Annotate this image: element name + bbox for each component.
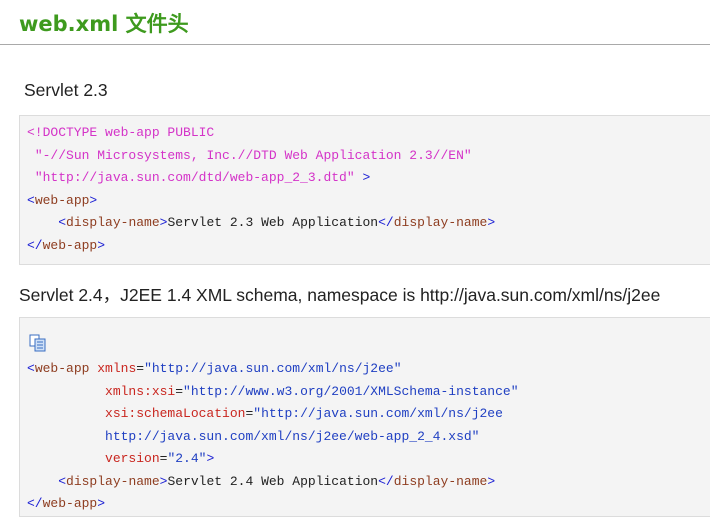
code-attr-xmlns: xmlns (97, 361, 137, 376)
code-system-id: "http://java.sun.com/dtd/web-app_2_3.dtd… (34, 170, 355, 185)
code-val-xmlns: "http://java.sun.com/xml/ns/j2ee" (144, 361, 402, 376)
code-attr-xsi: xmlns:xsi (105, 383, 176, 399)
code-block-servlet-23[interactable]: <!DOCTYPE web-app PUBLIC "-//Sun Microsy… (19, 115, 710, 265)
section-label-servlet-24: Servlet 2.4，J2EE 1.4 XML schema, namespa… (19, 285, 661, 305)
code-val-schema-1: "http://java.sun.com/xml/ns/j2ee (253, 406, 503, 421)
code-block-servlet-24[interactable]: <web-app xmlns="http://java.sun.com/xml/… (19, 317, 710, 517)
code-val-xsi: "http://www.w3.org/2001/XMLSchema-instan… (183, 383, 519, 399)
code-val-schema-2: http://java.sun.com/xml/ns/j2ee/web-app_… (105, 428, 480, 444)
code-display-value: Servlet 2.3 Web Application (167, 215, 379, 230)
code-root-close-tag: web-app (42, 237, 98, 253)
code-root-open-tag: web-app (34, 192, 90, 208)
code-root-open-tag: web-app (34, 361, 90, 376)
code-display-value: Servlet 2.4 Web Application (167, 473, 379, 489)
code-val-version: "2.4" (167, 451, 207, 466)
code-display-close-tag: display-name (393, 473, 488, 489)
code-display-open-tag: display-name (66, 215, 160, 230)
code-public-id: "-//Sun Microsystems, Inc.//DTD Web Appl… (34, 147, 472, 163)
code-doctype-close: > (362, 170, 371, 185)
code-text: <!DOCTYPE web-app PUBLIC "-//Sun Microsy… (27, 125, 496, 253)
code-text: <web-app xmlns="http://java.sun.com/xml/… (27, 361, 519, 511)
copy-icon[interactable] (28, 333, 48, 353)
code-doctype: <!DOCTYPE web-app PUBLIC (27, 125, 215, 140)
code-display-open-tag: display-name (66, 473, 160, 489)
code-attr-schema: xsi:schemaLocation (105, 406, 246, 421)
section-label-servlet-23: Servlet 2.3 (24, 80, 108, 100)
code-root-close-tag: web-app (42, 496, 98, 511)
code-display-close-tag: display-name (393, 215, 488, 230)
code-attr-version: version (105, 451, 160, 466)
page-title: web.xml 文件头 (19, 12, 189, 36)
title-divider (0, 44, 710, 45)
